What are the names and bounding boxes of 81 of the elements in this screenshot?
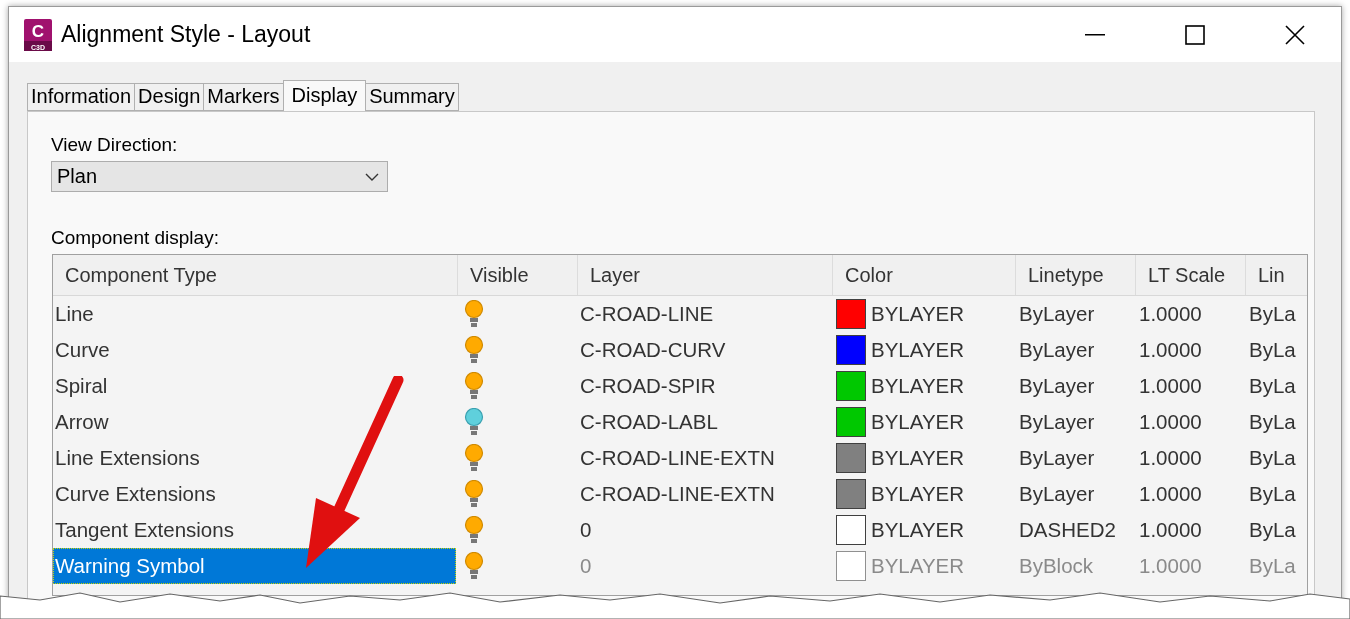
tab[interactable]: Design xyxy=(134,83,205,111)
table-cell: BYLAYER xyxy=(871,374,965,398)
table-cell-text: 1.0000 xyxy=(1138,517,1203,543)
field-label: View Direction: xyxy=(51,134,179,156)
column-header[interactable]: Visible xyxy=(458,255,578,295)
table-cell[interactable]: Line Extensions xyxy=(53,440,456,476)
table-cell-text: ByLa xyxy=(1248,517,1297,543)
color-swatch[interactable] xyxy=(836,371,866,401)
table-cell-text: ByLa xyxy=(1248,337,1297,363)
table-cell-text: ByLayer xyxy=(1018,301,1096,327)
table-cell: BYLAYER xyxy=(871,410,965,434)
table-cell-text: 1.0000 xyxy=(1138,337,1203,363)
column-header[interactable]: LT Scale xyxy=(1136,255,1246,295)
color-swatch[interactable] xyxy=(836,407,866,437)
maximize-icon[interactable] xyxy=(1185,24,1205,45)
table-cell-text: C-ROAD-LABL xyxy=(579,409,719,435)
table-cell-text: 1.0000 xyxy=(1138,301,1203,327)
table-cell-text: DASHED2 xyxy=(1018,517,1117,543)
table-cell-text: ByLa xyxy=(1248,553,1297,579)
table-cell[interactable]: Curve xyxy=(53,332,456,368)
table-cell[interactable]: Spiral xyxy=(53,368,456,404)
tab[interactable]: Information xyxy=(27,83,136,111)
color-swatch[interactable] xyxy=(836,443,866,473)
table-cell: BYLAYER xyxy=(871,554,965,578)
lightbulb-on-icon[interactable] xyxy=(464,336,484,364)
lightbulb-on-icon[interactable] xyxy=(464,372,484,400)
chevron-down-icon xyxy=(365,172,379,181)
color-swatch[interactable] xyxy=(836,479,866,509)
window-title: Alignment Style - Layout xyxy=(61,21,312,48)
column-header[interactable]: Lin xyxy=(1246,255,1307,295)
table-cell[interactable]: Tangent Extensions xyxy=(53,512,456,548)
table-cell[interactable]: Line xyxy=(53,296,456,332)
table-cell-text: 1.0000 xyxy=(1138,445,1203,471)
column-header[interactable]: Linetype xyxy=(1016,255,1136,295)
color-swatch[interactable] xyxy=(836,299,866,329)
table-cell: BYLAYER xyxy=(871,518,965,542)
view-direction-dropdown[interactable]: Plan xyxy=(51,161,388,192)
table-cell-text: 1.0000 xyxy=(1138,553,1203,579)
table-cell-text: ByLayer xyxy=(1018,445,1096,471)
table-cell-text: 0 xyxy=(579,517,593,543)
table-cell-text: ByLayer xyxy=(1018,409,1096,435)
color-swatch[interactable] xyxy=(836,335,866,365)
lightbulb-on-icon[interactable] xyxy=(464,480,484,508)
lightbulb-off-icon[interactable] xyxy=(464,408,484,436)
column-header[interactable]: Color xyxy=(833,255,1016,295)
tab[interactable]: Markers xyxy=(203,83,284,111)
column-header[interactable]: Layer xyxy=(578,255,833,295)
lightbulb-on-icon[interactable] xyxy=(464,444,484,472)
table-cell-text: C-ROAD-CURV xyxy=(579,337,727,363)
table-cell-text: C-ROAD-SPIR xyxy=(579,373,717,399)
table-cell-text: 1.0000 xyxy=(1138,481,1203,507)
lightbulb-on-icon[interactable] xyxy=(464,300,484,328)
table-cell[interactable]: Arrow xyxy=(53,404,456,440)
table-cell-text: 1.0000 xyxy=(1138,409,1203,435)
section-label: Component display: xyxy=(51,227,220,249)
tab[interactable]: Summary xyxy=(365,83,459,111)
table-cell-text: 1.0000 xyxy=(1138,373,1203,399)
table-cell[interactable]: Curve Extensions xyxy=(53,476,456,512)
table-cell-text: C-ROAD-LINE-EXTN xyxy=(579,445,776,471)
lightbulb-on-icon[interactable] xyxy=(464,516,484,544)
table-cell-text: ByLayer xyxy=(1018,337,1096,363)
column-header[interactable]: Component Type xyxy=(53,255,458,295)
table-cell-text: ByLa xyxy=(1248,481,1297,507)
close-icon[interactable] xyxy=(1285,24,1305,45)
color-swatch[interactable] xyxy=(836,515,866,545)
table-cell-text: ByLa xyxy=(1248,409,1297,435)
table-cell-text: ByLa xyxy=(1248,445,1297,471)
table-cell-text: ByLa xyxy=(1248,373,1297,399)
table-cell-text: 0 xyxy=(579,553,593,579)
table-cell: BYLAYER xyxy=(871,302,965,326)
table-cell-text: C-ROAD-LINE-EXTN xyxy=(579,481,776,507)
table-cell: BYLAYER xyxy=(871,446,965,470)
table-cell: BYLAYER xyxy=(871,338,965,362)
table-cell-text: ByLa xyxy=(1248,301,1297,327)
table-cell-text: ByLayer xyxy=(1018,373,1096,399)
table-cell-text: ByBlock xyxy=(1018,553,1095,579)
table-cell-text: C-ROAD-LINE xyxy=(579,301,715,327)
table-cell-text: ByLayer xyxy=(1018,481,1096,507)
minimize-icon[interactable] xyxy=(1085,33,1105,36)
tab[interactable]: Display xyxy=(282,80,367,111)
table-cell: BYLAYER xyxy=(871,482,965,506)
